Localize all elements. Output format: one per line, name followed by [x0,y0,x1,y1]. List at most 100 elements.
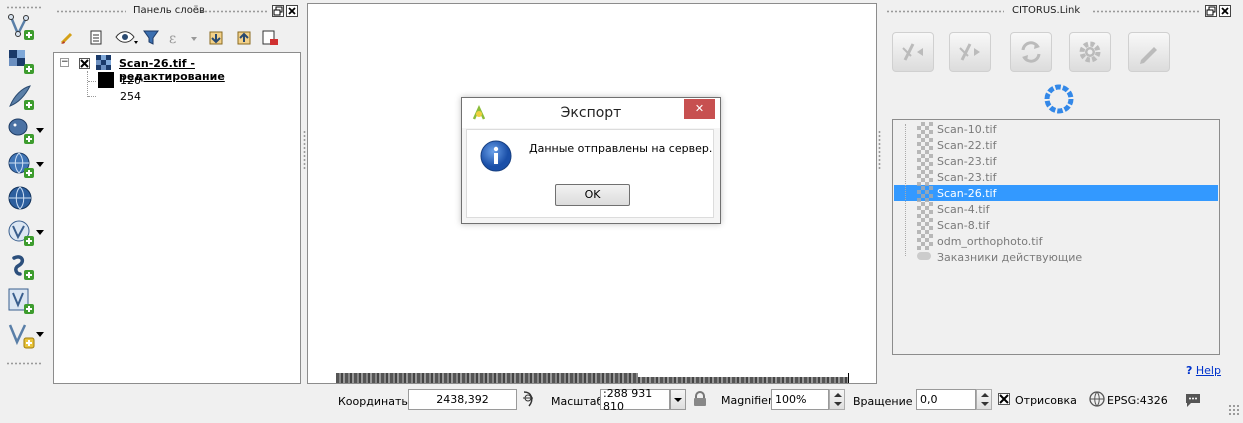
upload-layer-icon [902,43,923,61]
gear-icon [1079,41,1101,63]
add-raster-layer-button[interactable] [6,46,44,76]
legend-item: 254 [120,90,141,103]
layer-visibility-checkbox[interactable] [79,58,90,69]
float-panel-button[interactable] [272,5,284,17]
rotation-field[interactable]: 0,0 [916,389,976,410]
manage-visibility-button[interactable] [114,28,140,48]
collapse-all-icon [237,31,251,45]
magnifier-field[interactable]: 100% [771,389,829,410]
crs-label[interactable]: EPSG:4326 [1107,394,1168,407]
add-vector-layer-button[interactable] [6,12,44,42]
tree-item[interactable]: Scan-4.tif [937,202,989,218]
tree-item[interactable]: Scan-22.tif [937,138,996,154]
tree-item[interactable]: Scan-10.tif [937,122,996,138]
close-icon [1221,7,1229,15]
add-spatialite-layer-icon [12,255,34,280]
export-dialog: Экспорт ✕ Данные отправлены на сервер. O… [461,97,721,224]
add-group-button[interactable] [86,28,106,48]
resize-grip[interactable] [1228,404,1240,416]
paint-brush-icon [60,32,73,45]
close-panel-button[interactable] [286,5,298,17]
lock-scale-button[interactable] [693,391,707,407]
tree-item[interactable]: Заказники действующие [937,250,1082,266]
render-label: Отрисовка [1015,394,1077,407]
help-prefix: ? [1186,364,1193,377]
open-layer-styling-button[interactable] [58,28,78,48]
tree-item-selected[interactable]: Scan-26.tif [937,186,996,202]
dialog-close-button[interactable]: ✕ [684,99,715,119]
pencil-icon [1140,47,1157,64]
citorus-panel-title: CITORUS.Link [1012,5,1081,16]
tree-item[interactable]: Scan-8.tif [937,218,989,234]
info-icon [480,140,512,172]
svg-text:ε: ε [169,31,176,47]
expand-all-button[interactable] [206,28,226,48]
help-label: Help [1195,364,1221,377]
collapse-all-button[interactable] [234,28,254,48]
magnifier-label: Magnifier [721,394,773,407]
tree-item[interactable]: odm_orthophoto.tif [937,234,1042,250]
float-icon [1206,6,1216,16]
layers-panel-title: Панель слоёв [133,5,205,16]
dialog-message: Данные отправлены на сервер. [529,142,713,155]
scale-combo[interactable]: :288 931 810 [600,387,670,413]
settings-button[interactable] [1069,32,1111,72]
filter-expression-button[interactable]: ε [166,28,200,48]
ok-button[interactable]: OK [555,184,630,206]
add-text-layer-button[interactable] [6,82,44,112]
new-temp-layer-button[interactable] [6,320,44,350]
help-link[interactable]: ? Help [1186,364,1221,377]
add-spatialite-layer-button[interactable] [6,252,44,282]
raster-layer-icon [96,55,112,71]
vector-layer-icon [917,252,931,260]
edit-button[interactable] [1128,32,1170,72]
download-button[interactable] [949,32,991,72]
add-wms-layer-button[interactable] [6,150,44,180]
collapse-toggle[interactable]: − [60,58,69,67]
mouse-coordinates-icon [523,391,533,407]
chevron-down-icon [674,398,682,402]
scale-label: Масштаб [551,395,604,408]
layer-name[interactable]: Scan-26.tif - редактирование [119,57,300,83]
layers-tree[interactable]: − Scan-26.tif - редактирование 120 254 [53,52,301,384]
filter-legend-button[interactable] [141,28,161,48]
magnifier-spinner[interactable] [829,389,845,410]
legend-item: 120 [120,74,141,87]
add-postgis-layer-button[interactable] [6,116,44,146]
scale-dropdown-button[interactable] [670,389,686,410]
toggle-extents-button[interactable] [520,390,538,408]
add-postgis-layer-icon [8,118,34,144]
close-panel-button[interactable] [1219,5,1231,17]
legend-swatch-white [98,88,114,104]
render-checkbox[interactable] [998,393,1010,405]
tree-item[interactable]: Scan-23.tif [937,154,996,170]
coords-label: Координаты [338,395,411,408]
coords-field[interactable]: 2438,392 [408,389,517,410]
crs-button[interactable] [1089,391,1105,407]
legend-swatch-black [98,72,114,88]
new-shapefile-icon [8,288,34,314]
add-wcs-layer-icon [8,186,32,210]
new-shapefile-button[interactable] [6,286,44,316]
eye-icon [115,31,138,44]
add-raster-layer-icon [9,50,34,74]
remove-layer-icon [262,30,278,45]
dialog-title: Экспорт [560,105,622,121]
filter-icon [143,30,159,45]
tree-item[interactable]: Scan-23.tif [937,170,996,186]
add-wfs-layer-button[interactable] [6,218,44,248]
float-panel-button[interactable] [1205,5,1217,17]
lock-icon [694,391,706,406]
remove-layer-button[interactable] [260,28,280,48]
rotation-spinner[interactable] [976,389,992,410]
upload-button[interactable] [892,32,934,72]
rotation-label: Вращение [853,395,913,408]
add-vector-layer-icon [8,14,34,40]
close-icon [288,7,296,15]
refresh-button[interactable] [1010,32,1052,72]
check-icon [999,394,1009,404]
add-wcs-layer-button[interactable] [6,184,44,214]
expand-all-icon [209,31,223,45]
expression-icon: ε [169,31,197,47]
messages-button[interactable] [1184,391,1202,409]
